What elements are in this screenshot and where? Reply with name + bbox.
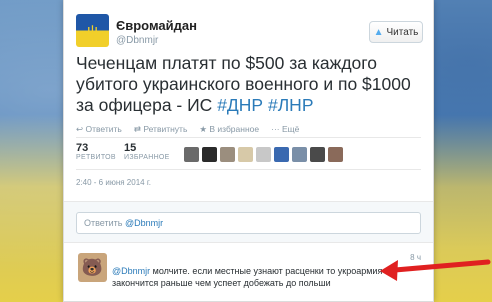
avatar[interactable]: 🐻 bbox=[78, 253, 107, 282]
retweet-count: 73 bbox=[76, 142, 89, 154]
reply-prefix: Ответить bbox=[84, 218, 125, 228]
retweet-stat[interactable]: 73 РЕТВИТОВ bbox=[76, 142, 116, 161]
avatar[interactable] bbox=[328, 147, 343, 162]
avatar[interactable] bbox=[184, 147, 199, 162]
retweet-stat-label: РЕТВИТОВ bbox=[76, 154, 116, 161]
follow-button[interactable]: ▲ Читать bbox=[369, 21, 423, 43]
reply-tweet: 🐻 8 ч @Dbnmjr молчите. если местные узна… bbox=[64, 243, 433, 302]
reply-area: Ответить @Dbnmjr bbox=[64, 201, 433, 243]
hashtag-dnr[interactable]: #ДНР bbox=[217, 95, 263, 115]
reply-mention: @Dbnmjr bbox=[124, 218, 164, 228]
reply-action[interactable]: ↩ Ответить bbox=[76, 124, 122, 135]
tweet-header: ψ Євромайдан @Dbnmjr ▲ Читать bbox=[76, 14, 423, 50]
favorite-count: 15 bbox=[124, 142, 137, 154]
favorite-stat[interactable]: 15 ИЗБРАННОЕ bbox=[124, 142, 170, 161]
tweet-timestamp[interactable]: 2:40 - 6 июня 2014 г. bbox=[76, 178, 151, 187]
bird-icon: ▲ bbox=[373, 26, 384, 38]
avatar[interactable]: ψ bbox=[76, 14, 109, 47]
avatar[interactable] bbox=[238, 147, 253, 162]
trident-icon: ψ bbox=[87, 22, 98, 39]
favorite-label: В избранное bbox=[209, 124, 260, 134]
tweet-text: Чеченцам платят по $500 за каждого убито… bbox=[76, 53, 421, 116]
avatar[interactable] bbox=[220, 147, 235, 162]
reply-tweet-body: молчите. если местные узнают расценки то… bbox=[112, 266, 383, 288]
reply-text: @Dbnmjr молчите. если местные узнают рас… bbox=[112, 265, 412, 289]
reply-label: Ответить bbox=[85, 124, 122, 134]
tweet-card: ψ Євромайдан @Dbnmjr ▲ Читать Чеченцам п… bbox=[63, 0, 434, 302]
avatar[interactable] bbox=[310, 147, 325, 162]
reply-time[interactable]: 8 ч bbox=[410, 253, 421, 262]
avatar[interactable] bbox=[256, 147, 271, 162]
more-action[interactable]: ··· Ещё bbox=[271, 124, 299, 135]
avatar[interactable] bbox=[274, 147, 289, 162]
bear-icon: 🐻 bbox=[81, 257, 104, 277]
favorite-action[interactable]: ★ В избранное bbox=[199, 124, 259, 135]
retweet-label: Ретвитнуть bbox=[143, 124, 188, 134]
avatar[interactable] bbox=[292, 147, 307, 162]
account-name[interactable]: Євромайдан bbox=[116, 18, 197, 33]
more-label: Ещё bbox=[281, 124, 300, 134]
favorite-stat-label: ИЗБРАННОЕ bbox=[124, 154, 170, 161]
follow-label: Читать bbox=[386, 26, 419, 38]
avatar[interactable] bbox=[202, 147, 217, 162]
retweeter-avatars bbox=[184, 147, 343, 162]
tweet-actions: ↩ Ответить ⇄ Ретвитнуть ★ В избранное ··… bbox=[76, 124, 299, 135]
reply-input[interactable]: Ответить @Dbnmjr bbox=[76, 212, 421, 234]
reply-tweet-mention[interactable]: @Dbnmjr bbox=[112, 266, 150, 276]
account-handle[interactable]: @Dbnmjr bbox=[116, 35, 158, 46]
retweet-action[interactable]: ⇄ Ретвитнуть bbox=[134, 124, 188, 135]
hashtag-lnr[interactable]: #ЛНР bbox=[268, 95, 314, 115]
tweet-stats: 73 РЕТВИТОВ 15 ИЗБРАННОЕ bbox=[76, 137, 421, 170]
